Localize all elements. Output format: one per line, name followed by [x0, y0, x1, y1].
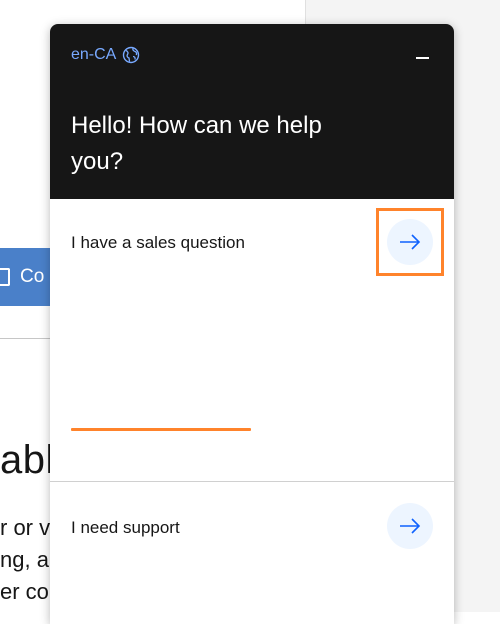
page-paragraph-line: ng, a [0, 547, 49, 572]
page-cta-label: Co [20, 266, 45, 287]
globe-icon [123, 46, 140, 64]
chat-greeting: Hello! How can we help you? [71, 112, 322, 175]
highlight-underline [71, 428, 251, 431]
option-sales-question[interactable]: I have a sales question [50, 199, 454, 481]
arrow-right-icon [400, 518, 421, 534]
option-label: I need support [71, 518, 180, 537]
page-paragraph-line: er co [0, 579, 49, 604]
option-label: I have a sales question [71, 233, 245, 252]
chat-widget: en-CA Hello! How can we help you? I have… [50, 24, 454, 624]
page-paragraph: r or v ng, a er co [0, 512, 50, 608]
chat-bubble-icon [0, 268, 10, 286]
arrow-right-icon [400, 234, 421, 250]
chat-header: en-CA Hello! How can we help you? [50, 24, 454, 199]
locale-selector[interactable]: en-CA [71, 46, 140, 64]
locale-label: en-CA [71, 46, 117, 63]
option-support[interactable]: I need support [50, 481, 454, 624]
minimize-button[interactable] [412, 48, 432, 68]
sales-arrow-button[interactable] [387, 219, 433, 265]
minimize-icon [415, 57, 429, 59]
support-arrow-button[interactable] [387, 503, 433, 549]
page-paragraph-line: r or v [0, 515, 51, 540]
